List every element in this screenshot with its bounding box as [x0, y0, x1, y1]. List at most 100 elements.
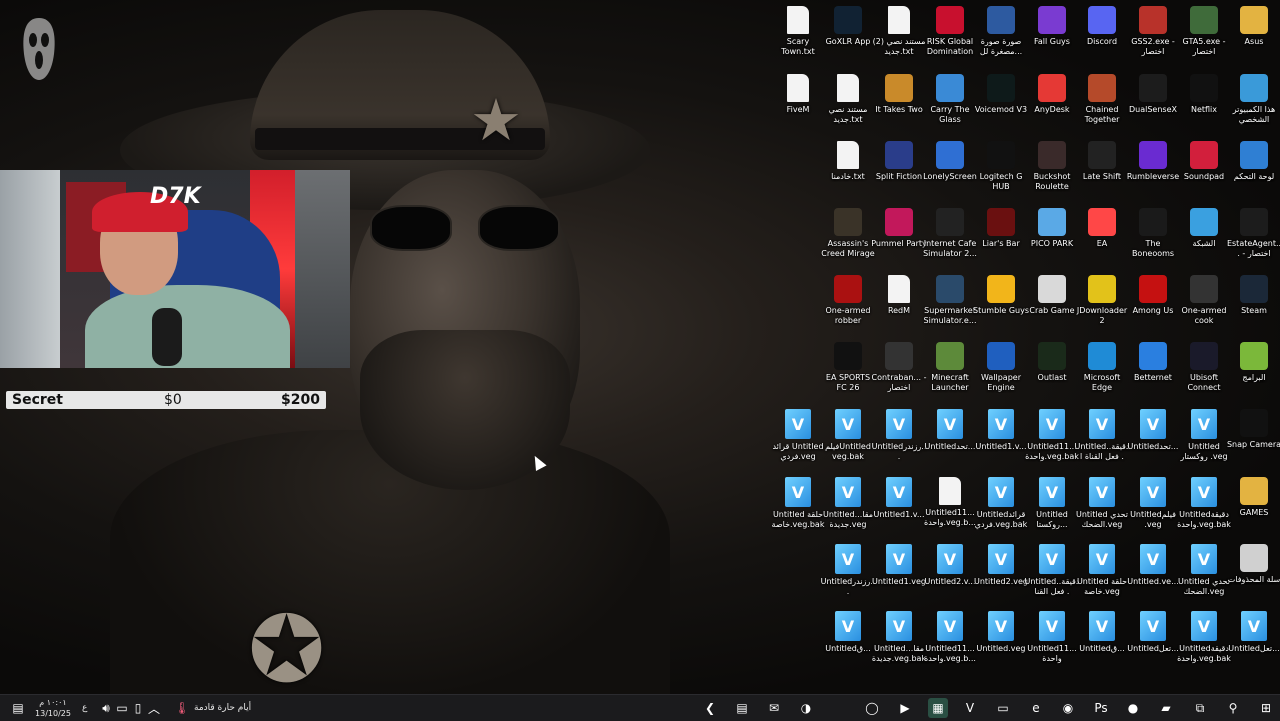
desktop-icon[interactable]: V Untitled11... واحدة: [1027, 611, 1077, 675]
desktop-icon[interactable]: Ubisoft Connect: [1179, 342, 1229, 406]
desktop-icon[interactable]: V Untitledتعل...: [1127, 611, 1179, 675]
desktop-icon[interactable]: GAMES: [1229, 477, 1279, 541]
desktop-icon[interactable]: Among Us: [1128, 275, 1178, 339]
desktop-icon[interactable]: V Untitledرزندر...: [821, 544, 875, 608]
desktop-icon[interactable]: GoXLR App: [823, 6, 873, 70]
desktop-icon[interactable]: V Untitledرزندر...: [872, 409, 926, 473]
desktop-icon[interactable]: Fall Guys: [1027, 6, 1077, 70]
desktop-icon[interactable]: V Untitled روكستا...: [1027, 477, 1077, 541]
desktop-icon[interactable]: V Untitledدقيقة... فعل القنا: [1025, 544, 1079, 608]
cortana-icon[interactable]: ◯: [862, 698, 882, 718]
desktop-icon[interactable]: صورة صورة مصغرة لل...: [976, 6, 1026, 70]
vegas-icon[interactable]: V: [960, 698, 980, 718]
desktop-icon[interactable]: RedM: [874, 275, 924, 339]
desktop-icon[interactable]: V Untitled.ve...: [1127, 544, 1179, 608]
desktop-icon[interactable]: Snap Camera: [1227, 409, 1280, 473]
desktop-icon[interactable]: لوحة التحكم: [1229, 141, 1279, 205]
desktop-icon[interactable]: Discord: [1077, 6, 1127, 70]
video-icon[interactable]: ▶: [895, 698, 915, 718]
desktop-icon[interactable]: Internet Cafe Simulator 2...: [923, 208, 977, 272]
store-icon[interactable]: ▦: [928, 698, 948, 718]
weather-thermometer-icon[interactable]: 🌡︎: [172, 698, 192, 718]
desktop-icon[interactable]: Liar's Bar: [976, 208, 1026, 272]
desktop-icon[interactable]: V Untitledدقيقة واحدة.veg.bak: [1177, 477, 1231, 541]
desktop-icon[interactable]: Netflix: [1179, 74, 1229, 138]
desktop-icon[interactable]: V Untitled2.v...: [924, 544, 976, 608]
desktop-icon[interactable]: RISK Global Domination: [925, 6, 975, 70]
chrome-icon[interactable]: ●: [1123, 698, 1143, 718]
desktop-icon[interactable]: V Untitled1.v...: [873, 477, 925, 541]
clock[interactable]: ١٠:٠١ م 13/10/25: [30, 697, 76, 719]
desktop-icon[interactable]: V Untitled.veg: [976, 611, 1026, 675]
desktop-icon[interactable]: V Untitled11... واحدة.veg.b...: [924, 611, 976, 675]
desktop-icon[interactable]: EstateAgent... - اختصار: [1227, 208, 1280, 272]
desktop-icon[interactable]: Microsoft Edge: [1077, 342, 1127, 406]
desktop-icon[interactable]: V Untitled2.veg: [974, 544, 1028, 608]
desktop-icon[interactable]: هذا الكمبيوتر الشخصي: [1229, 74, 1279, 138]
file-explorer-icon[interactable]: ▭: [993, 698, 1013, 718]
desktop-icon[interactable]: Steam: [1229, 275, 1279, 339]
desktop-icon[interactable]: V Untitled تحدي الضحك.veg: [1178, 544, 1230, 608]
desktop-icon[interactable]: V Untitled روكستار .veg: [1179, 409, 1229, 473]
desktop-icon[interactable]: Buckshot Roulette: [1027, 141, 1077, 205]
input-language[interactable]: ع: [82, 695, 87, 721]
desktop-icon[interactable]: V Untitledدقيقة واحدة.veg.bak: [1177, 611, 1231, 675]
desktop-icon[interactable]: V Untitled حلقة خاصة.veg: [1077, 544, 1127, 608]
desktop-icon[interactable]: V Untitledقرائد فردي.veg.bak: [975, 477, 1027, 541]
desktop-icon[interactable]: Asus: [1229, 6, 1279, 70]
desktop-icon[interactable]: V Untitledتحد...: [925, 409, 975, 473]
desktop-icon[interactable]: Voicemod V3: [975, 74, 1027, 138]
desktop-icon[interactable]: Contraban... - اختصار: [872, 342, 927, 406]
desktop-icon[interactable]: V Untitledتعل...: [1228, 611, 1280, 675]
desktop-icon[interactable]: Supermarket Simulator.e...: [924, 275, 976, 339]
desktop-icon[interactable]: Pummel Party: [871, 208, 927, 272]
desktop-icon[interactable]: Assassin's Creed Mirage: [821, 208, 875, 272]
desktop-icon[interactable]: V Untitledفيلم .veg: [1128, 477, 1178, 541]
desktop-icon[interactable]: Chained Together: [1077, 74, 1127, 138]
back-arrow-icon[interactable]: ❮: [700, 698, 720, 718]
files-icon[interactable]: ▰: [1156, 698, 1176, 718]
desktop-icon[interactable]: V Untitled1.v...: [975, 409, 1027, 473]
desktop-icon[interactable]: Carry The Glass: [925, 74, 975, 138]
desktop-icon[interactable]: Stumble Guys: [973, 275, 1029, 339]
desktop-icon[interactable]: The Boneooms: [1128, 208, 1178, 272]
desktop-icon[interactable]: Wallpaper Engine: [976, 342, 1026, 406]
desktop-icon[interactable]: V Untitled تحدي الضحك.veg: [1076, 477, 1128, 541]
desktop-icon[interactable]: V Untitledمقا... جديدة.veg: [823, 477, 873, 541]
desktop-icon[interactable]: GTA5.exe - اختصار: [1179, 6, 1229, 70]
desktop-icon[interactable]: سلة المحذوفات: [1228, 544, 1280, 608]
desktop-icon[interactable]: AnyDesk: [1027, 74, 1077, 138]
desktop-icon[interactable]: Logitech G HUB: [976, 141, 1026, 205]
desktop-icon[interactable]: One-armed cook: [1179, 275, 1229, 339]
tray-overflow-chevron-icon[interactable]: ︿: [144, 698, 164, 718]
desktop-icon[interactable]: مستند نصي جديد.txt: [823, 74, 873, 138]
desktop-icon[interactable]: Scary Town.txt: [773, 6, 823, 70]
desktop-icon[interactable]: V Untitled حلقة خاصة.veg.bak: [772, 477, 824, 541]
desktop-icon[interactable]: V فيلمUntitled veg.bak: [823, 409, 873, 473]
desktop-icon[interactable]: Betternet: [1128, 342, 1178, 406]
desktop-icon[interactable]: LonelyScreen: [923, 141, 977, 205]
desktop-icon[interactable]: V Untitled1.veg: [872, 544, 926, 608]
desktop-icon[interactable]: Split Fiction: [874, 141, 924, 205]
chrome-canary-icon[interactable]: ◉: [1058, 698, 1078, 718]
desktop-icon[interactable]: V Untitled11... واحدة.veg.bak: [1025, 409, 1079, 473]
desktop-icon[interactable]: EA SPORTS FC 26: [823, 342, 873, 406]
weather-text[interactable]: أيام حارة قادمة: [194, 695, 251, 721]
desktop-icon[interactable]: خادمنا.txt: [823, 141, 873, 205]
desktop-icon[interactable]: GSS2.exe - اختصار: [1128, 6, 1178, 70]
desktop-icon[interactable]: مستند نصي (2) جديد.txt: [873, 6, 925, 70]
desktop-icon[interactable]: Late Shift: [1077, 141, 1127, 205]
desktop-icon[interactable]: V قرائد Untitled فردي.veg: [772, 409, 824, 473]
notifications-icon[interactable]: ▤: [8, 698, 28, 718]
desktop-icon[interactable]: البرامج: [1229, 342, 1279, 406]
desktop-icon[interactable]: EA: [1077, 208, 1127, 272]
desktop-icon[interactable]: Outlast: [1027, 342, 1077, 406]
desktop-icon[interactable]: V Untitledق...: [823, 611, 873, 675]
photoshop-icon[interactable]: Ps: [1091, 698, 1111, 718]
notepad-icon[interactable]: ▤: [732, 698, 752, 718]
desktop-icon[interactable]: V Untitledتحد...: [1128, 409, 1178, 473]
desktop-icon[interactable]: Minecraft Launcher: [925, 342, 975, 406]
desktop-icon[interactable]: Crab Game: [1027, 275, 1077, 339]
desktop-icon[interactable]: JDownloader 2: [1077, 275, 1127, 339]
desktop-icon[interactable]: V Untitledق...: [1077, 611, 1127, 675]
